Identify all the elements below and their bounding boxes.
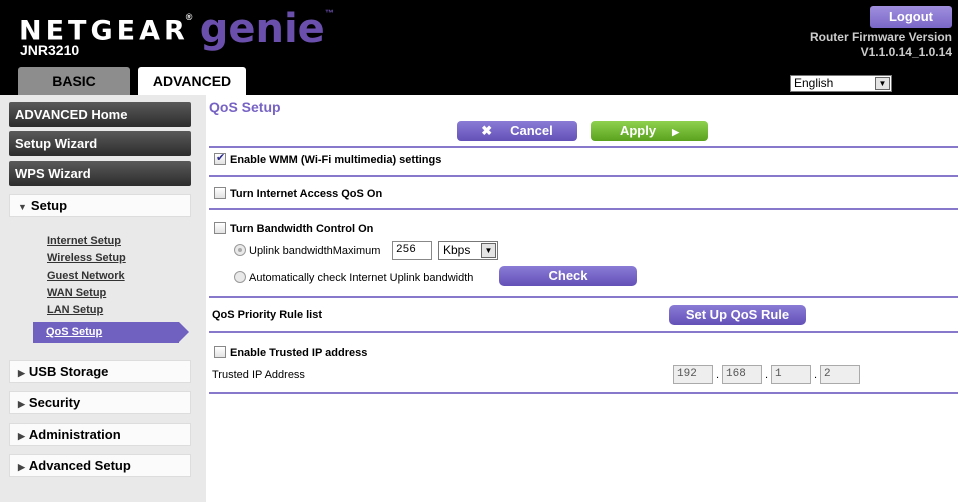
- apply-button[interactable]: Apply ▶: [591, 121, 708, 141]
- sidebar-item-setup-wizard[interactable]: Setup Wizard: [9, 131, 191, 156]
- sidebar-section-label: Administration: [28, 427, 121, 442]
- product-name: genie: [199, 6, 325, 52]
- sidebar-section-administration[interactable]: ▶ Administration: [9, 423, 191, 446]
- ip-separator: .: [814, 369, 818, 381]
- ip-separator: .: [765, 369, 769, 381]
- header: NETGEAR® genie™ JNR3210 Logout Router Fi…: [0, 0, 958, 95]
- sidebar-section-label: Advanced Setup: [28, 458, 131, 473]
- check-button[interactable]: Check: [499, 266, 637, 286]
- wmm-label: Enable WMM (Wi-Fi multimedia) settings: [230, 154, 442, 166]
- apply-label: Apply: [619, 123, 657, 138]
- uplink-bandwidth-input[interactable]: 256: [392, 241, 432, 260]
- submenu-guest-network[interactable]: Guest Network: [47, 270, 125, 282]
- close-icon: ✖: [481, 123, 493, 138]
- logout-button[interactable]: Logout: [870, 6, 952, 28]
- qos-on-checkbox[interactable]: [214, 187, 226, 199]
- divider: [209, 146, 958, 148]
- tab-basic[interactable]: BASIC: [18, 67, 130, 95]
- language-select[interactable]: English ▼: [790, 75, 892, 92]
- uplink-unit-value: Kbps: [443, 243, 471, 257]
- collapsed-triangle-icon: ▶: [18, 399, 25, 409]
- registered-mark: ®: [185, 12, 193, 22]
- uplink-unit-select[interactable]: Kbps ▼: [438, 241, 498, 260]
- auto-check-label: Automatically check Internet Uplink band…: [249, 272, 474, 284]
- ip-octet-1-input[interactable]: 192: [673, 365, 713, 384]
- ip-octet-2-input[interactable]: 168: [722, 365, 762, 384]
- divider: [209, 392, 958, 394]
- uplink-label: Uplink bandwidthMaximum: [249, 245, 381, 257]
- submenu-internet-setup[interactable]: Internet Setup: [47, 235, 121, 247]
- sidebar-section-label: Setup: [30, 198, 68, 213]
- submenu-wireless-setup[interactable]: Wireless Setup: [47, 252, 126, 264]
- divider: [209, 208, 958, 210]
- sidebar-section-label: USB Storage: [28, 364, 109, 379]
- router-model: JNR3210: [20, 42, 80, 58]
- language-value: English: [794, 76, 834, 90]
- sidebar-section-setup[interactable]: ▼ Setup: [9, 194, 191, 217]
- divider: [209, 175, 958, 177]
- wmm-checkbox[interactable]: [214, 151, 226, 165]
- trademark-mark: ™: [324, 8, 334, 18]
- tab-advanced[interactable]: ADVANCED: [138, 67, 246, 95]
- uplink-manual-radio[interactable]: [234, 244, 246, 256]
- sidebar-section-security[interactable]: ▶ Security: [9, 391, 191, 414]
- main-content: QoS Setup ✖ Cancel Apply ▶ Enable WMM (Wi-…: [206, 95, 958, 502]
- trusted-ip-checkbox[interactable]: [214, 346, 226, 358]
- sidebar: ADVANCED Home Setup Wizard WPS Wizard ▼ S…: [0, 95, 206, 502]
- page-title: QoS Setup: [209, 99, 281, 115]
- ip-octet-4-input[interactable]: 2: [820, 365, 860, 384]
- firmware-label: Router Firmware Version: [809, 30, 952, 44]
- divider: [209, 296, 958, 298]
- sidebar-section-label: Security: [28, 395, 81, 410]
- dropdown-arrow-icon[interactable]: ▼: [875, 77, 890, 90]
- dropdown-arrow-icon[interactable]: ▼: [481, 243, 496, 258]
- trusted-ip-enable-label: Enable Trusted IP address: [230, 347, 368, 359]
- sidebar-item-advanced-home[interactable]: ADVANCED Home: [9, 102, 191, 127]
- arrow-right-icon: ▶: [672, 127, 680, 137]
- submenu-qos-setup[interactable]: QoS Setup: [33, 322, 189, 343]
- rule-list-label: QoS Priority Rule list: [212, 309, 323, 321]
- firmware-version: V1.1.0.14_1.0.14: [860, 45, 952, 59]
- firmware-info: Router Firmware Version V1.1.0.14_1.0.14: [810, 30, 952, 60]
- trusted-ip-label: Trusted IP Address: [212, 369, 305, 381]
- qos-on-label: Turn Internet Access QoS On: [230, 188, 383, 200]
- divider: [209, 331, 958, 333]
- collapsed-triangle-icon: ▶: [18, 431, 25, 441]
- cancel-button[interactable]: ✖ Cancel: [457, 121, 577, 141]
- ip-separator: .: [716, 369, 720, 381]
- collapsed-triangle-icon: ▶: [18, 368, 25, 378]
- submenu-lan-setup[interactable]: LAN Setup: [47, 304, 103, 316]
- bandwidth-control-label: Turn Bandwidth Control On: [230, 223, 374, 235]
- expanded-triangle-icon: ▼: [18, 202, 27, 212]
- cancel-label: Cancel: [510, 123, 553, 138]
- sidebar-item-wps-wizard[interactable]: WPS Wizard: [9, 161, 191, 186]
- sidebar-section-advanced-setup[interactable]: ▶ Advanced Setup: [9, 454, 191, 477]
- ip-octet-3-input[interactable]: 1: [771, 365, 811, 384]
- sidebar-section-usb-storage[interactable]: ▶ USB Storage: [9, 360, 191, 383]
- collapsed-triangle-icon: ▶: [18, 462, 25, 472]
- bandwidth-control-checkbox[interactable]: [214, 222, 226, 234]
- submenu-wan-setup[interactable]: WAN Setup: [47, 287, 106, 299]
- uplink-auto-radio[interactable]: [234, 271, 246, 283]
- setup-qos-rule-button[interactable]: Set Up QoS Rule: [669, 305, 806, 325]
